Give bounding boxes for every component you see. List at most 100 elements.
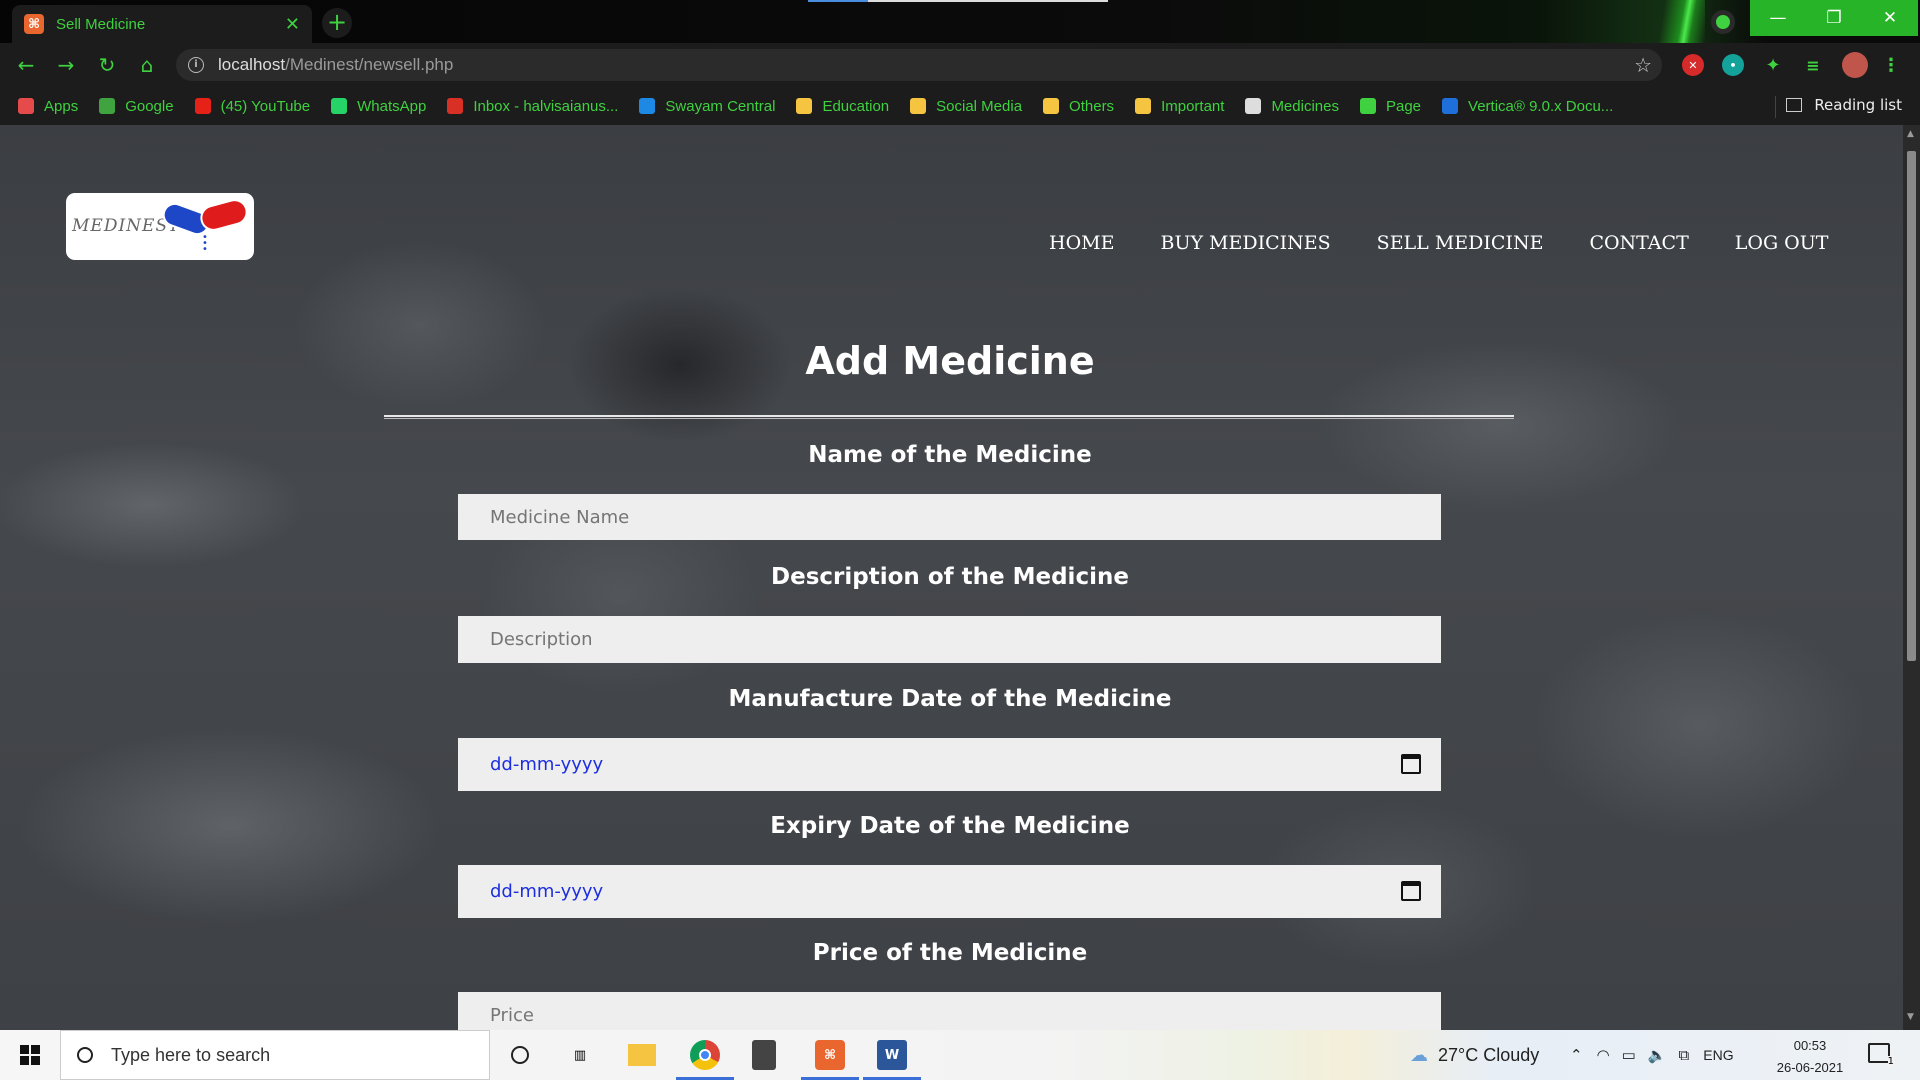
adblock-extension-icon[interactable]: ✕ bbox=[1682, 54, 1704, 76]
start-button[interactable] bbox=[0, 1030, 60, 1080]
extensions-puzzle-icon[interactable]: ✦ bbox=[1762, 54, 1784, 76]
medicine-name-input[interactable]: Medicine Name bbox=[458, 494, 1441, 540]
weather-text: 27°C Cloudy bbox=[1438, 1044, 1540, 1065]
more-menu-icon[interactable]: ⋮ bbox=[1880, 54, 1902, 76]
bookmark-item[interactable]: Swayam Central bbox=[639, 98, 775, 115]
meet-now-icon[interactable]: ⧉ bbox=[1679, 1047, 1690, 1064]
minimize-button[interactable]: — bbox=[1750, 0, 1806, 36]
file-explorer-icon[interactable] bbox=[628, 1044, 656, 1066]
taskbar-search-box[interactable]: Type here to search bbox=[60, 1030, 490, 1080]
task-view-icon[interactable]: ▥ bbox=[565, 1040, 595, 1070]
calendar-icon[interactable] bbox=[1401, 881, 1421, 901]
user-avatar[interactable] bbox=[1842, 52, 1868, 78]
language-indicator[interactable]: ENG bbox=[1703, 1047, 1733, 1063]
description-input[interactable]: Description bbox=[458, 616, 1441, 663]
address-bar[interactable]: i localhost/Medinest/newsell.php ☆ bbox=[176, 49, 1662, 81]
reading-list-button[interactable]: Reading list bbox=[1786, 96, 1902, 114]
expiry-date-value: dd-mm-yyyy bbox=[490, 881, 604, 902]
bookmark-label: Inbox - halvisaianus... bbox=[473, 97, 619, 115]
bookmark-label: Google bbox=[125, 97, 174, 115]
bookmark-item[interactable]: Page bbox=[1359, 97, 1422, 115]
page-content: MEDINEST • • • HOME BUY MEDICINES SELL MED… bbox=[0, 125, 1903, 1030]
bookmark-label: Swayam Central bbox=[665, 97, 776, 115]
store-icon[interactable] bbox=[752, 1040, 776, 1070]
xampp-icon[interactable]: ⌘ bbox=[815, 1040, 845, 1070]
swayam-icon bbox=[639, 98, 656, 114]
whatsapp-icon bbox=[331, 98, 348, 114]
site-info-icon[interactable]: i bbox=[188, 57, 204, 73]
bookmark-label: Page bbox=[1385, 97, 1422, 115]
profile-status-icon[interactable] bbox=[1711, 10, 1735, 34]
new-tab-button[interactable]: + bbox=[322, 8, 352, 38]
bookmark-label: Important bbox=[1161, 97, 1225, 115]
browser-tab-active[interactable]: ⌘ Sell Medicine ✕ bbox=[12, 5, 312, 43]
restore-button[interactable]: ❐ bbox=[1806, 0, 1862, 36]
bookmark-item[interactable]: Important bbox=[1135, 98, 1224, 115]
bookmark-item[interactable]: Inbox - halvisaianus... bbox=[447, 98, 618, 115]
bookmark-item[interactable]: (45) YouTube bbox=[194, 98, 310, 115]
xampp-favicon-icon: ⌘ bbox=[24, 14, 44, 34]
chat-extension-icon[interactable]: • bbox=[1722, 54, 1744, 76]
folder-icon bbox=[796, 98, 813, 114]
bookmark-star-icon[interactable]: ☆ bbox=[1634, 53, 1652, 77]
tab-close-icon[interactable]: ✕ bbox=[285, 14, 300, 35]
cortana-icon[interactable] bbox=[505, 1040, 535, 1070]
form-title: Add Medicine bbox=[805, 339, 1095, 383]
bookmark-label: Social Media bbox=[936, 97, 1023, 115]
gmail-icon bbox=[447, 98, 464, 114]
expiry-date-label: Expiry Date of the Medicine bbox=[770, 813, 1130, 839]
bookmark-label: Medicines bbox=[1271, 97, 1339, 115]
nav-contact[interactable]: CONTACT bbox=[1589, 232, 1688, 254]
bookmark-item[interactable]: Vertica® 9.0.x Docu... bbox=[1442, 98, 1613, 115]
wix-icon bbox=[1359, 98, 1376, 114]
nav-buy-medicines[interactable]: BUY MEDICINES bbox=[1160, 232, 1330, 254]
youtube-icon bbox=[194, 98, 211, 114]
manufacture-date-input[interactable]: dd-mm-yyyy bbox=[458, 738, 1441, 791]
bookmark-item[interactable]: WhatsApp bbox=[331, 98, 426, 115]
bookmark-item[interactable]: Google bbox=[99, 97, 174, 115]
media-queue-icon[interactable]: ≡ bbox=[1802, 54, 1824, 76]
back-arrow-icon[interactable]: ← bbox=[14, 53, 38, 77]
bookmark-label: Vertica® 9.0.x Docu... bbox=[1468, 97, 1614, 115]
nav-sell-medicine[interactable]: SELL MEDICINE bbox=[1377, 232, 1544, 254]
show-hidden-icons-icon[interactable]: ⌃ bbox=[1570, 1046, 1583, 1064]
google-icon bbox=[99, 98, 116, 114]
folder-icon bbox=[910, 98, 927, 114]
bookmark-item[interactable]: Others bbox=[1043, 98, 1114, 115]
network-icon[interactable]: ◠ bbox=[1597, 1046, 1610, 1064]
apps-grid-icon bbox=[18, 98, 34, 114]
nav-log-out[interactable]: LOG OUT bbox=[1735, 232, 1829, 254]
page-scrollbar[interactable]: ▲ ▼ bbox=[1903, 125, 1920, 1030]
site-logo[interactable]: MEDINEST • • • bbox=[66, 193, 254, 260]
chrome-icon[interactable] bbox=[690, 1040, 720, 1070]
scroll-down-arrow-icon[interactable]: ▼ bbox=[1907, 1012, 1914, 1022]
bookmark-item[interactable]: Medicines bbox=[1245, 98, 1339, 115]
battery-icon[interactable]: ▭ bbox=[1622, 1046, 1636, 1064]
address-url[interactable]: localhost/Medinest/newsell.php bbox=[218, 55, 453, 75]
taskbar-search-placeholder: Type here to search bbox=[111, 1044, 271, 1065]
volume-icon[interactable]: 🔈 bbox=[1648, 1046, 1667, 1064]
manufacture-date-value: dd-mm-yyyy bbox=[490, 754, 604, 775]
reload-icon[interactable]: ↻ bbox=[95, 53, 119, 77]
expiry-date-input[interactable]: dd-mm-yyyy bbox=[458, 865, 1441, 918]
word-icon[interactable]: W bbox=[877, 1040, 907, 1070]
bookmarks-bar: Apps Google (45) YouTube WhatsApp Inbox - ha… bbox=[0, 87, 1920, 125]
bookmark-item[interactable]: Education bbox=[796, 98, 889, 115]
calendar-icon[interactable] bbox=[1401, 754, 1421, 774]
bookmark-item[interactable]: Social Media bbox=[910, 98, 1022, 115]
price-input[interactable]: Price bbox=[458, 992, 1441, 1030]
weather-widget[interactable]: ☁ 27°C Cloudy bbox=[1410, 1030, 1539, 1080]
bookmark-item[interactable]: Apps bbox=[18, 98, 78, 115]
scrollbar-thumb[interactable] bbox=[1907, 151, 1916, 661]
browser-toolbar: ← → ↻ ⌂ i localhost/Medinest/newsell.php… bbox=[0, 43, 1920, 87]
nav-home[interactable]: HOME bbox=[1049, 232, 1114, 254]
home-icon[interactable]: ⌂ bbox=[135, 53, 159, 77]
forward-arrow-icon[interactable]: → bbox=[54, 53, 78, 77]
capsule-dots-icon: • • • bbox=[202, 232, 208, 255]
loading-indicator bbox=[808, 0, 1108, 2]
title-divider bbox=[384, 415, 1514, 419]
scroll-up-arrow-icon[interactable]: ▲ bbox=[1907, 129, 1914, 139]
notification-center-icon[interactable]: 1 bbox=[1868, 1043, 1894, 1067]
taskbar-clock[interactable]: 00:53 26-06-2021 bbox=[1760, 1035, 1860, 1079]
close-window-button[interactable]: ✕ bbox=[1862, 0, 1918, 36]
